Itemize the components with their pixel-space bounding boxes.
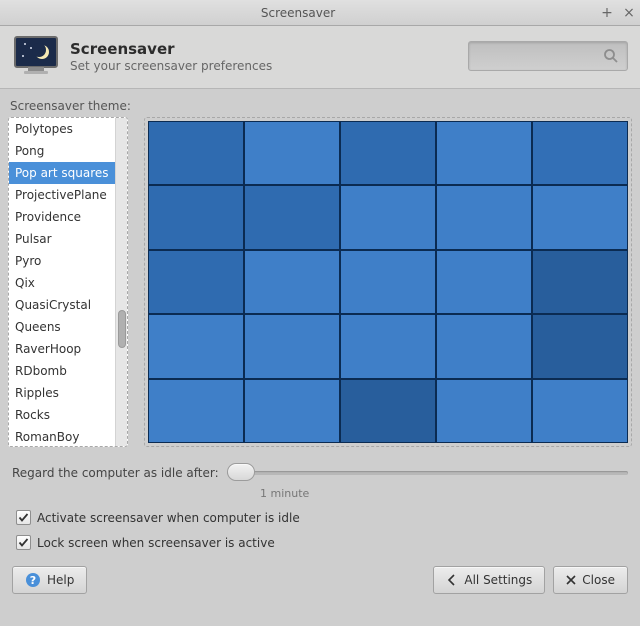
preview-cell bbox=[532, 121, 628, 185]
theme-item[interactable]: ProjectivePlane bbox=[9, 184, 115, 206]
scrollbar-track[interactable] bbox=[115, 118, 127, 446]
preview-cell bbox=[532, 314, 628, 378]
help-icon: ? bbox=[25, 572, 41, 588]
theme-item[interactable]: Queens bbox=[9, 316, 115, 338]
close-icon bbox=[566, 575, 576, 585]
theme-item[interactable]: Rocks bbox=[9, 404, 115, 426]
theme-item[interactable]: RomanBoy bbox=[9, 426, 115, 446]
preview-cell bbox=[532, 379, 628, 443]
checkbox-icon bbox=[16, 510, 31, 525]
page-title: Screensaver bbox=[70, 40, 468, 58]
help-button[interactable]: ? Help bbox=[12, 566, 87, 594]
titlebar: Screensaver + × bbox=[0, 0, 640, 26]
theme-item[interactable]: Polytopes bbox=[9, 118, 115, 140]
preview-cell bbox=[340, 185, 436, 249]
checkbox-icon bbox=[16, 535, 31, 550]
slider-thumb[interactable] bbox=[227, 463, 255, 481]
preview-cell bbox=[436, 185, 532, 249]
svg-text:?: ? bbox=[30, 574, 36, 587]
theme-label: Screensaver theme: bbox=[10, 99, 632, 113]
preview-cell bbox=[436, 121, 532, 185]
all-settings-button[interactable]: All Settings bbox=[433, 566, 545, 594]
theme-list[interactable]: PolytopesPongPop art squaresProjectivePl… bbox=[8, 117, 128, 447]
preview-cell bbox=[148, 314, 244, 378]
preview-cell bbox=[436, 379, 532, 443]
lock-checkbox[interactable]: Lock screen when screensaver is active bbox=[16, 535, 632, 550]
preview-cell bbox=[532, 185, 628, 249]
screensaver-app-icon bbox=[12, 34, 60, 78]
activate-checkbox[interactable]: Activate screensaver when computer is id… bbox=[16, 510, 632, 525]
theme-item[interactable]: Pop art squares bbox=[9, 162, 115, 184]
theme-item[interactable]: Ripples bbox=[9, 382, 115, 404]
theme-item[interactable]: Qix bbox=[9, 272, 115, 294]
preview-cell bbox=[436, 250, 532, 314]
window-minimize-button[interactable]: + bbox=[596, 2, 618, 24]
header: Screensaver Set your screensaver prefere… bbox=[0, 26, 640, 89]
theme-item[interactable]: Pyro bbox=[9, 250, 115, 272]
idle-label: Regard the computer as idle after: bbox=[12, 466, 219, 480]
screensaver-preview bbox=[144, 117, 632, 447]
preview-cell bbox=[244, 314, 340, 378]
preview-cell bbox=[244, 379, 340, 443]
back-arrow-icon bbox=[446, 574, 458, 586]
preview-cell bbox=[532, 250, 628, 314]
window-title: Screensaver bbox=[0, 6, 596, 20]
activate-label: Activate screensaver when computer is id… bbox=[37, 511, 300, 525]
preview-cell bbox=[148, 185, 244, 249]
preview-cell bbox=[244, 185, 340, 249]
preview-cell bbox=[148, 379, 244, 443]
lock-label: Lock screen when screensaver is active bbox=[37, 536, 275, 550]
scrollbar-thumb[interactable] bbox=[118, 310, 126, 348]
preview-cell bbox=[244, 250, 340, 314]
preview-cell bbox=[148, 121, 244, 185]
search-input[interactable] bbox=[468, 41, 628, 71]
page-subtitle: Set your screensaver preferences bbox=[70, 59, 468, 73]
window-close-button[interactable]: × bbox=[618, 2, 640, 24]
theme-item[interactable]: RDbomb bbox=[9, 360, 115, 382]
idle-slider[interactable] bbox=[227, 461, 628, 485]
preview-cell bbox=[340, 250, 436, 314]
close-button[interactable]: Close bbox=[553, 566, 628, 594]
window-body: Screensaver Set your screensaver prefere… bbox=[0, 26, 640, 604]
theme-item[interactable]: Providence bbox=[9, 206, 115, 228]
theme-item[interactable]: Pong bbox=[9, 140, 115, 162]
preview-cell bbox=[340, 121, 436, 185]
preview-cell bbox=[340, 379, 436, 443]
theme-item[interactable]: RaverHoop bbox=[9, 338, 115, 360]
theme-item[interactable]: QuasiCrystal bbox=[9, 294, 115, 316]
preview-cell bbox=[244, 121, 340, 185]
theme-item[interactable]: Pulsar bbox=[9, 228, 115, 250]
preview-cell bbox=[340, 314, 436, 378]
search-icon bbox=[603, 48, 619, 64]
preview-cell bbox=[148, 250, 244, 314]
preview-cell bbox=[436, 314, 532, 378]
idle-value: 1 minute bbox=[260, 487, 632, 500]
